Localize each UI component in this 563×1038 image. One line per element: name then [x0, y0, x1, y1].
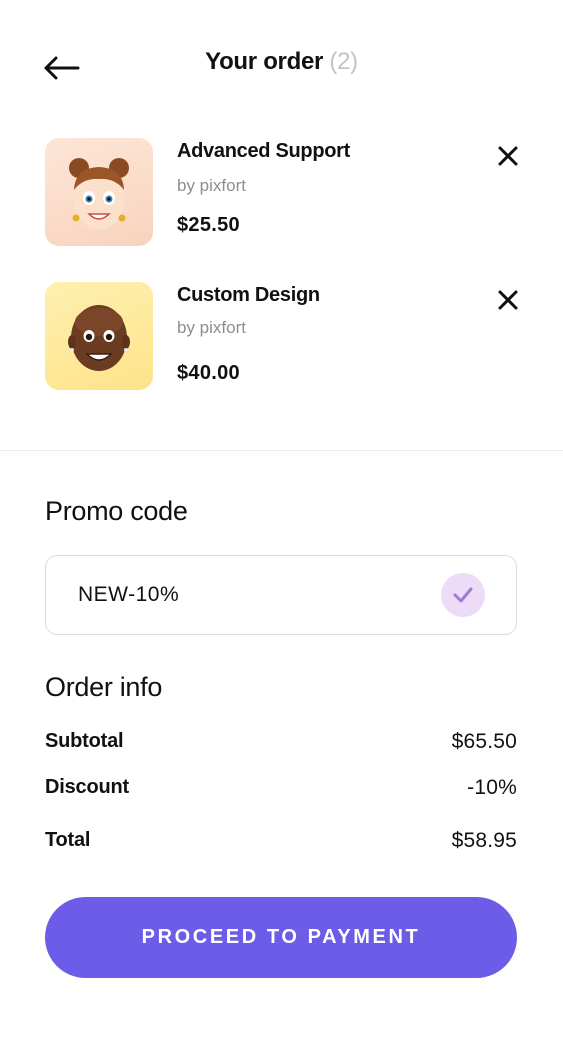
- subtotal-value: $65.50: [451, 730, 517, 753]
- section-divider: [0, 450, 563, 451]
- proceed-to-payment-button[interactable]: PROCEED TO PAYMENT: [45, 897, 517, 978]
- remove-item-button[interactable]: [496, 144, 520, 168]
- order-item-advanced-support: Advanced Support by pixfort $25.50: [45, 138, 520, 248]
- item-name: Advanced Support: [177, 140, 350, 162]
- discount-label: Discount: [45, 776, 129, 798]
- total-value: $58.95: [451, 829, 517, 852]
- item-vendor: by pixfort: [177, 176, 246, 195]
- check-icon: [453, 587, 473, 603]
- product-thumbnail: [45, 138, 153, 246]
- total-label: Total: [45, 829, 91, 851]
- man-avatar-emoji: [68, 305, 130, 371]
- item-vendor: by pixfort: [177, 318, 246, 337]
- order-info-label: Order info: [45, 672, 163, 702]
- total-row: Total $58.95: [45, 829, 517, 859]
- product-thumbnail: [45, 282, 153, 390]
- subtotal-row: Subtotal $65.50: [45, 730, 517, 760]
- header: Your order (2): [0, 0, 563, 132]
- subtotal-label: Subtotal: [45, 730, 124, 752]
- discount-row: Discount -10%: [45, 776, 517, 806]
- promo-code-input[interactable]: [78, 576, 418, 614]
- item-price: $25.50: [177, 214, 240, 236]
- order-item-custom-design: Custom Design by pixfort $40.00: [45, 282, 520, 392]
- close-icon: [498, 146, 518, 166]
- girl-avatar-emoji: [69, 158, 129, 230]
- item-name: Custom Design: [177, 284, 320, 306]
- item-count: (2): [329, 48, 358, 75]
- close-icon: [498, 290, 518, 310]
- item-price: $40.00: [177, 362, 240, 384]
- page-title-text: Your order: [205, 48, 324, 75]
- promo-code-field: [45, 555, 517, 635]
- apply-promo-button[interactable]: [441, 573, 485, 617]
- discount-value: -10%: [467, 776, 517, 799]
- remove-item-button[interactable]: [496, 288, 520, 312]
- promo-code-label: Promo code: [45, 496, 188, 526]
- page-title: Your order (2): [0, 48, 563, 76]
